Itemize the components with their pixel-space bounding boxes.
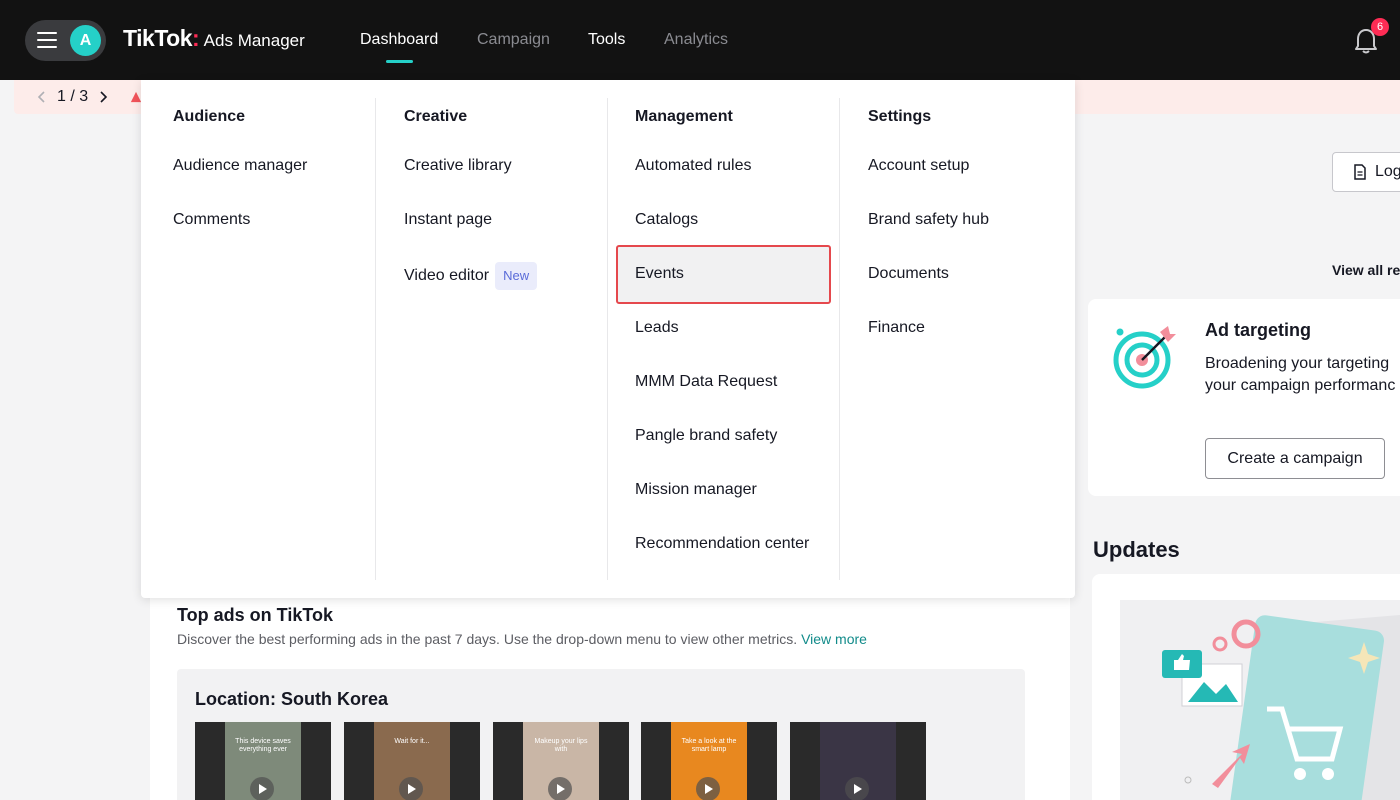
ad-thumbnail[interactable] [790, 722, 926, 800]
menu-heading-management: Management [635, 108, 733, 125]
menu-item-mmm-data-request[interactable]: MMM Data Request [635, 362, 777, 402]
top-ads-description: Discover the best performing ads in the … [177, 631, 867, 647]
menu-item-pangle-brand-safety[interactable]: Pangle brand safety [635, 416, 777, 456]
logo-colon: : [192, 25, 200, 51]
main-menu-toggle[interactable]: A [25, 20, 106, 61]
hamburger-icon[interactable] [37, 32, 57, 49]
menu-heading-creative: Creative [404, 108, 468, 125]
notice-pager: 1 / 3 [35, 88, 110, 106]
menu-item-video-editor[interactable]: Video editor New [404, 256, 538, 296]
menu-item-brand-safety-hub[interactable]: Brand safety hub [868, 200, 989, 240]
menu-item-finance[interactable]: Finance [868, 308, 925, 348]
menu-item-creative-library[interactable]: Creative library [404, 146, 512, 186]
ad-thumbnail[interactable]: Wait for it... [344, 722, 480, 800]
updates-heading: Updates [1093, 537, 1180, 562]
top-ads-title: Top ads on TikTok [177, 605, 334, 625]
menu-item-recommendation-center[interactable]: Recommendation center [635, 524, 809, 564]
target-icon [1113, 326, 1176, 389]
create-campaign-button[interactable]: Create a campaign [1205, 438, 1385, 479]
menu-item-events[interactable]: Events [635, 254, 684, 294]
chevron-left-icon[interactable] [35, 90, 49, 104]
menu-item-mission-manager[interactable]: Mission manager [635, 470, 757, 510]
pager-count: 1 / 3 [57, 88, 89, 105]
top-ads-desc-text: Discover the best performing ads in the … [177, 631, 798, 647]
updates-card[interactable] [1092, 574, 1400, 800]
play-icon[interactable] [399, 777, 423, 800]
menu-item-audience-manager[interactable]: Audience manager [173, 146, 307, 186]
play-icon[interactable] [548, 777, 572, 800]
ad-targeting-title: Ad targeting [1205, 320, 1311, 340]
ad-thumbnail[interactable]: Makeup your lips with [493, 722, 629, 800]
tab-campaign[interactable]: Campaign [477, 31, 550, 49]
ad-caption: Take a look at the smart lamp [681, 738, 737, 753]
menu-item-catalogs[interactable]: Catalogs [635, 200, 698, 240]
ad-thumbnail[interactable]: This device saves everything ever [195, 722, 331, 800]
location-panel: Location: South Korea This device saves … [177, 669, 1025, 800]
notification-count-badge: 6 [1371, 18, 1389, 36]
menu-heading-settings: Settings [868, 108, 932, 125]
column-divider [839, 98, 840, 580]
video-editor-label: Video editor [404, 267, 490, 284]
account-avatar[interactable]: A [70, 25, 101, 56]
view-more-link[interactable]: View more [801, 631, 867, 647]
document-icon [1354, 164, 1366, 180]
ad-thumbnail[interactable]: Take a look at the smart lamp [641, 722, 777, 800]
menu-item-automated-rules[interactable]: Automated rules [635, 146, 752, 186]
ad-caption: Makeup your lips with [534, 738, 588, 753]
log-button-label: Log [1375, 163, 1400, 180]
play-icon[interactable] [696, 777, 720, 800]
top-nav-bar: A TikTok: Ads Manager Dashboard Campaign … [0, 0, 1400, 80]
view-all-link[interactable]: View all re [1332, 262, 1400, 278]
ad-targeting-desc-line-1: Broadening your targeting [1205, 355, 1390, 372]
column-divider [375, 98, 376, 580]
play-icon[interactable] [250, 777, 274, 800]
menu-item-documents[interactable]: Documents [868, 254, 949, 294]
ad-targeting-description: Broadening your targeting your campaign … [1205, 353, 1400, 397]
tab-analytics[interactable]: Analytics [664, 31, 728, 49]
top-ads-section: Top ads on TikTok Discover the best perf… [150, 590, 1070, 800]
menu-item-leads[interactable]: Leads [635, 308, 679, 348]
menu-item-comments[interactable]: Comments [173, 200, 250, 240]
location-title: Location: South Korea [195, 689, 388, 709]
ad-targeting-card: Ad targeting Broadening your targeting y… [1088, 299, 1400, 496]
tab-dashboard[interactable]: Dashboard [360, 31, 438, 49]
new-badge: New [495, 261, 538, 290]
updates-illustration [1120, 600, 1400, 800]
ad-caption: This device saves everything ever [235, 738, 291, 753]
column-divider [607, 98, 608, 580]
tiktok-ads-manager-logo[interactable]: TikTok: Ads Manager [123, 25, 305, 55]
tools-dropdown-menu: Audience Audience manager Comments Creat… [141, 80, 1075, 598]
menu-item-account-setup[interactable]: Account setup [868, 146, 969, 186]
menu-item-instant-page[interactable]: Instant page [404, 200, 492, 240]
menu-heading-audience: Audience [173, 108, 246, 125]
ad-targeting-desc-line-2: your campaign performanc [1205, 377, 1396, 394]
active-tab-indicator [386, 60, 413, 63]
logo-brand: TikTok [123, 25, 193, 51]
play-icon[interactable] [845, 777, 869, 800]
ad-caption: Wait for it... [394, 738, 430, 745]
tab-tools[interactable]: Tools [588, 31, 625, 49]
log-button[interactable]: Log [1332, 152, 1400, 192]
chevron-right-icon[interactable] [96, 90, 110, 104]
logo-product: Ads Manager [203, 31, 305, 50]
